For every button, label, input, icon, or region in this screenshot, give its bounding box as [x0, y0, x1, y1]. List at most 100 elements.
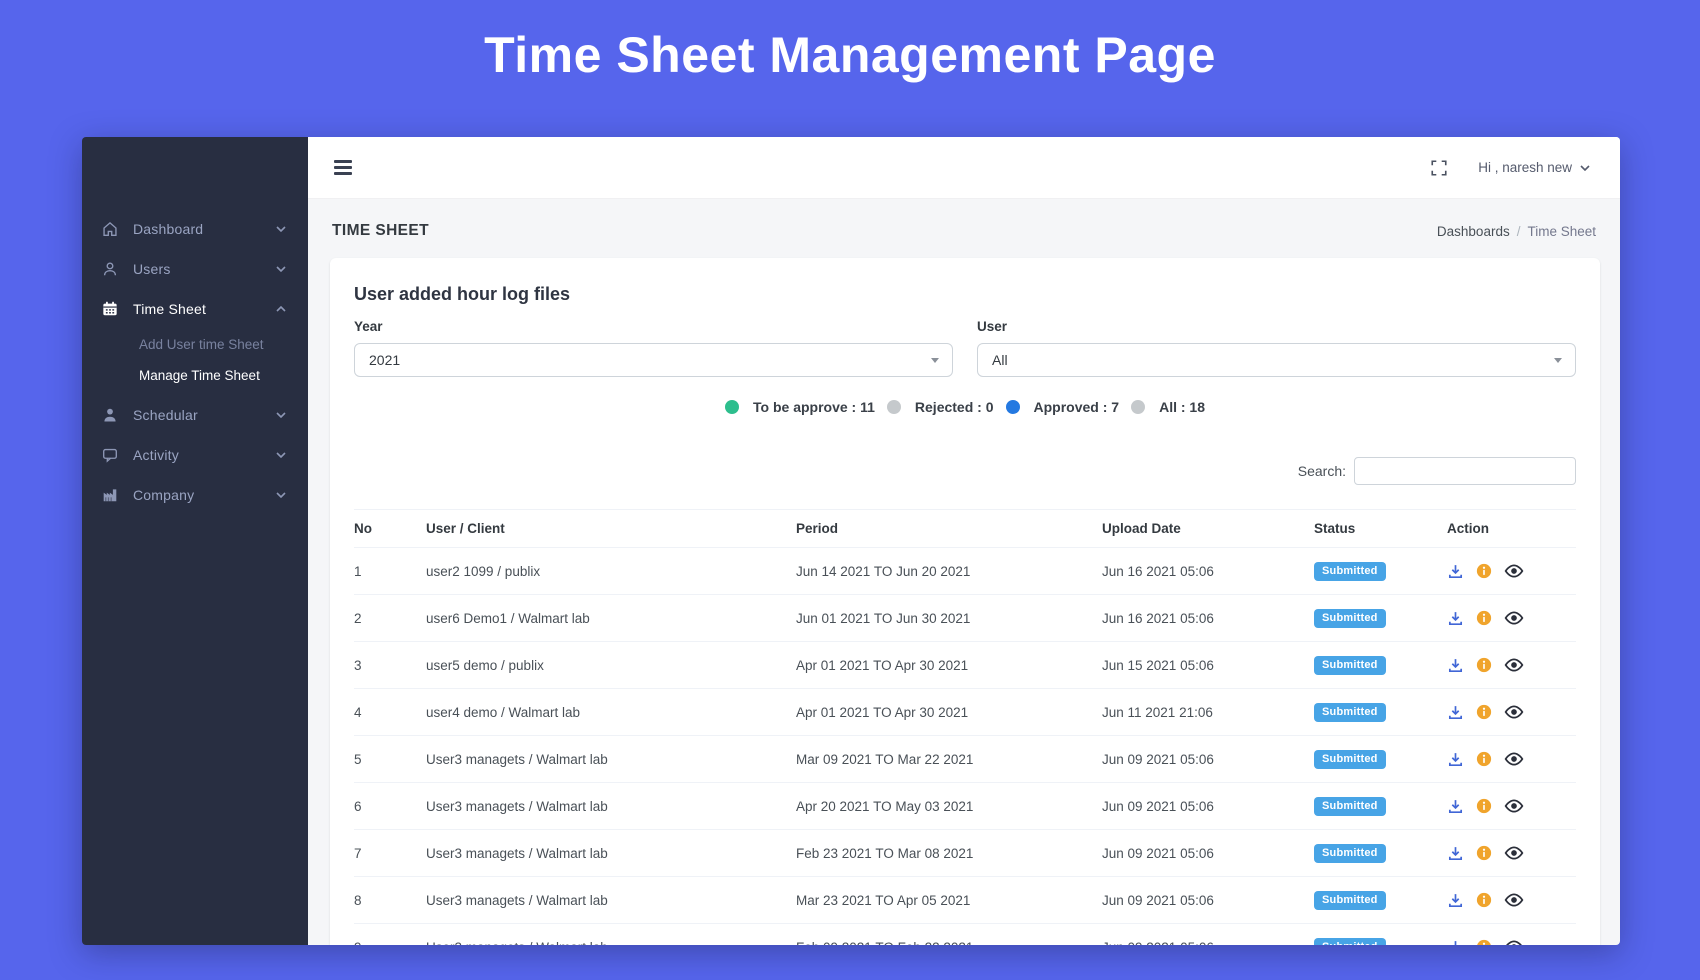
cell-no: 1	[354, 547, 426, 595]
timesheet-table: No User / Client Period Upload Date Stat…	[354, 509, 1576, 945]
cell-action	[1447, 876, 1576, 924]
sidebar-item-add-user-time-sheet[interactable]: Add User time Sheet	[82, 329, 308, 360]
legend-to-be-approve: To be approve : 11	[725, 399, 875, 415]
green-dot-icon	[725, 400, 740, 414]
table-row: 4 user4 demo / Walmart lab Apr 01 2021 T…	[354, 688, 1576, 736]
eye-icon[interactable]	[1504, 749, 1524, 769]
table-row: 3 user5 demo / publix Apr 01 2021 TO Apr…	[354, 641, 1576, 689]
download-icon[interactable]	[1447, 751, 1464, 768]
info-icon[interactable]	[1475, 703, 1493, 721]
eye-icon[interactable]	[1504, 890, 1524, 910]
status-badge: Submitted	[1314, 702, 1386, 722]
chevron-down-icon	[276, 452, 286, 458]
eye-icon[interactable]	[1504, 937, 1524, 945]
year-select[interactable]: 2021	[354, 343, 953, 377]
chevron-down-icon	[276, 226, 286, 232]
user-icon	[101, 260, 121, 278]
gray-dot-icon	[886, 400, 901, 414]
fullscreen-button[interactable]	[1430, 159, 1448, 177]
breadcrumb-dashboards[interactable]: Dashboards	[1437, 224, 1510, 239]
sidebar-item-manage-time-sheet[interactable]: Manage Time Sheet	[82, 360, 308, 391]
table-row: 8 User3 managets / Walmart lab Mar 23 20…	[354, 876, 1576, 924]
cell-user-client: User3 managets / Walmart lab	[426, 782, 796, 830]
sidebar-submenu-time-sheet: Add User time Sheet Manage Time Sheet	[82, 329, 308, 395]
info-icon[interactable]	[1475, 562, 1493, 580]
eye-icon[interactable]	[1504, 561, 1524, 581]
factory-icon	[101, 486, 121, 504]
sidebar-item-label: Users	[133, 261, 171, 277]
legend-all: All : 18	[1131, 399, 1205, 415]
person-icon	[101, 406, 121, 424]
user-greeting: Hi , naresh new	[1478, 160, 1572, 175]
app-window: Dashboard Users Time Sheet Add User time…	[82, 137, 1620, 945]
info-icon[interactable]	[1475, 609, 1493, 627]
info-icon[interactable]	[1475, 891, 1493, 909]
info-icon[interactable]	[1475, 797, 1493, 815]
cell-upload-date: Jun 09 2021 05:06	[1102, 735, 1314, 783]
sidebar-item-dashboard[interactable]: Dashboard	[82, 209, 308, 249]
sidebar-item-schedular[interactable]: Schedular	[82, 395, 308, 435]
cell-period: Feb 09 2021 TO Feb 22 2021	[796, 923, 1102, 945]
breadcrumb-separator: /	[1516, 223, 1521, 239]
menu-toggle-button[interactable]	[332, 156, 354, 178]
info-icon[interactable]	[1475, 844, 1493, 862]
cell-period: Mar 09 2021 TO Mar 22 2021	[796, 735, 1102, 783]
cell-action	[1447, 594, 1576, 642]
info-icon[interactable]	[1475, 750, 1493, 768]
cell-status: Submitted	[1314, 923, 1447, 945]
cell-action	[1447, 923, 1576, 945]
cell-action	[1447, 735, 1576, 783]
eye-icon[interactable]	[1504, 608, 1524, 628]
search-input[interactable]	[1354, 457, 1576, 485]
download-icon[interactable]	[1447, 563, 1464, 580]
eye-icon[interactable]	[1504, 843, 1524, 863]
download-icon[interactable]	[1447, 610, 1464, 627]
download-icon[interactable]	[1447, 657, 1464, 674]
table-body: 1 user2 1099 / publix Jun 14 2021 TO Jun…	[354, 547, 1576, 945]
eye-icon[interactable]	[1504, 702, 1524, 722]
cell-action	[1447, 829, 1576, 877]
info-icon[interactable]	[1475, 656, 1493, 674]
status-badge: Submitted	[1314, 843, 1386, 863]
cell-user-client: User3 managets / Walmart lab	[426, 876, 796, 924]
download-icon[interactable]	[1447, 845, 1464, 862]
table-row: 9 User3 managets / Walmart lab Feb 09 20…	[354, 923, 1576, 945]
sidebar-item-time-sheet[interactable]: Time Sheet	[82, 289, 308, 329]
year-select-value: 2021	[369, 352, 401, 368]
user-label: User	[977, 319, 1008, 334]
sidebar-item-company[interactable]: Company	[82, 475, 308, 515]
status-badge: Submitted	[1314, 796, 1386, 816]
legend-rejected: Rejected : 0	[886, 399, 994, 415]
sidebar-item-label: Activity	[133, 447, 179, 463]
sidebar-item-activity[interactable]: Activity	[82, 435, 308, 475]
page-header: TIME SHEET Dashboards / Time Sheet	[308, 199, 1620, 256]
download-icon[interactable]	[1447, 704, 1464, 721]
cell-user-client: user6 Demo1 / Walmart lab	[426, 594, 796, 642]
user-menu-button[interactable]: Hi , naresh new	[1472, 159, 1596, 176]
download-icon[interactable]	[1447, 798, 1464, 815]
search-label: Search:	[1297, 463, 1346, 479]
sidebar-item-label: Time Sheet	[133, 301, 207, 317]
breadcrumb-current: Time Sheet	[1527, 223, 1596, 239]
sidebar-item-label: Schedular	[133, 407, 198, 423]
cell-user-client: User3 managets / Walmart lab	[426, 829, 796, 877]
column-user-client: User / Client	[426, 509, 796, 548]
cell-no: 9	[354, 923, 426, 945]
cell-no: 6	[354, 782, 426, 830]
download-icon[interactable]	[1447, 892, 1464, 909]
cell-upload-date: Jun 15 2021 05:06	[1102, 641, 1314, 689]
table-row: 5 User3 managets / Walmart lab Mar 09 20…	[354, 735, 1576, 783]
info-icon[interactable]	[1475, 938, 1493, 945]
cell-upload-date: Jun 09 2021 05:06	[1102, 923, 1314, 945]
user-select[interactable]: All	[977, 343, 1576, 377]
gray-dot-icon	[1131, 400, 1146, 414]
status-badge: Submitted	[1314, 749, 1386, 769]
eye-icon[interactable]	[1504, 796, 1524, 816]
eye-icon[interactable]	[1504, 655, 1524, 675]
status-badge: Submitted	[1314, 561, 1386, 581]
cell-no: 3	[354, 641, 426, 689]
sidebar-item-users[interactable]: Users	[82, 249, 308, 289]
banner: Time Sheet Management Page	[0, 0, 1700, 110]
column-status: Status	[1314, 509, 1447, 548]
download-icon[interactable]	[1447, 939, 1464, 945]
